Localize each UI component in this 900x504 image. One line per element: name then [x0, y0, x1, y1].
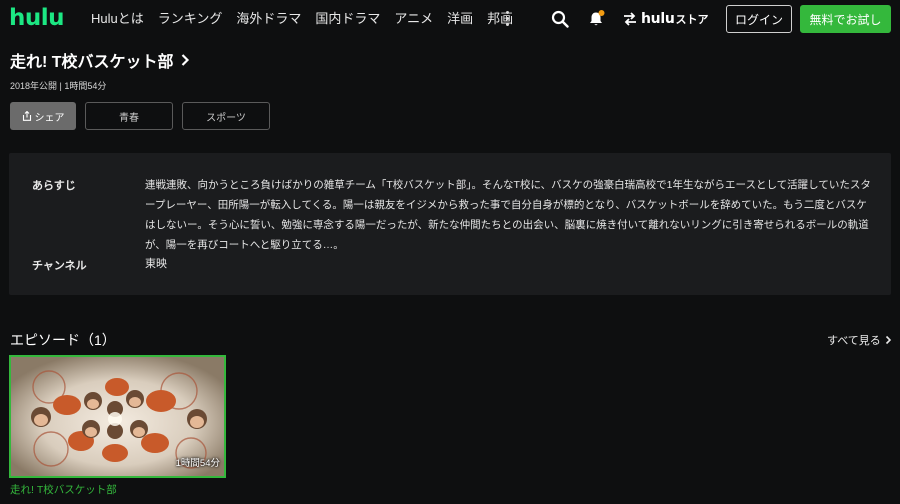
info-panel: あらすじ 連戦連敗、向かうところ負けばかりの雑草チーム「T校バスケット部」。そん…: [9, 153, 891, 295]
episode-title[interactable]: 走れ! T校バスケット部: [10, 482, 117, 497]
episodes-heading: エピソード（1）: [10, 332, 116, 348]
more-vertical-icon[interactable]: [500, 10, 514, 27]
page-title: 走れ! T校バスケット部: [10, 54, 174, 71]
channel-label: チャンネル: [32, 260, 87, 272]
share-label: シェア: [34, 112, 65, 124]
see-all-label: すべて見る: [827, 335, 881, 347]
bell-icon[interactable]: [587, 9, 606, 28]
search-icon[interactable]: [551, 10, 569, 28]
nav-item-ranking[interactable]: ランキング: [158, 10, 223, 27]
tag-sports[interactable]: スポーツ: [182, 102, 270, 130]
action-row: シェア 青春 スポーツ: [10, 102, 270, 130]
login-button[interactable]: ログイン: [726, 5, 792, 33]
share-icon: [22, 111, 31, 121]
nav-item-about[interactable]: Huluとは: [91, 10, 144, 27]
chevron-right-icon: [181, 54, 189, 66]
episode-duration: 1時間54分: [175, 458, 220, 469]
see-all-link[interactable]: すべて見る: [827, 332, 892, 348]
main-nav: Huluとは ランキング 海外ドラマ 国内ドラマ アニメ 洋画 邦画: [91, 10, 527, 27]
nav-item-anime[interactable]: アニメ: [394, 10, 433, 27]
tag-youth[interactable]: 青春: [85, 102, 173, 130]
hulu-store-link[interactable]: hulu ストア: [622, 9, 709, 28]
synopsis-text: 連戦連敗、向かうところ負けばかりの雑草チーム「T校バスケット部」。そんなT校に、…: [145, 179, 871, 251]
channel-value: 東映: [145, 258, 167, 270]
nav-item-western-movies[interactable]: 洋画: [447, 10, 473, 27]
chevron-right-icon: [885, 335, 891, 345]
swap-icon: [624, 11, 636, 26]
nav-item-domestic-drama[interactable]: 国内ドラマ: [315, 10, 380, 27]
store-logo: hulu: [641, 10, 675, 27]
title-meta: 2018年公開 | 1時間54分: [10, 81, 107, 91]
nav-item-overseas-drama[interactable]: 海外ドラマ: [236, 10, 301, 27]
hulu-logo[interactable]: hulu: [9, 6, 65, 30]
synopsis-label: あらすじ: [32, 180, 76, 192]
title-link[interactable]: 走れ! T校バスケット部: [10, 48, 190, 72]
episode-card[interactable]: 1時間54分: [9, 355, 226, 478]
share-button[interactable]: シェア: [10, 102, 76, 130]
store-suffix: ストア: [675, 13, 709, 26]
top-header: hulu Huluとは ランキング 海外ドラマ 国内ドラマ アニメ 洋画 邦画 …: [0, 0, 900, 37]
free-trial-button[interactable]: 無料でお試し: [800, 5, 891, 33]
